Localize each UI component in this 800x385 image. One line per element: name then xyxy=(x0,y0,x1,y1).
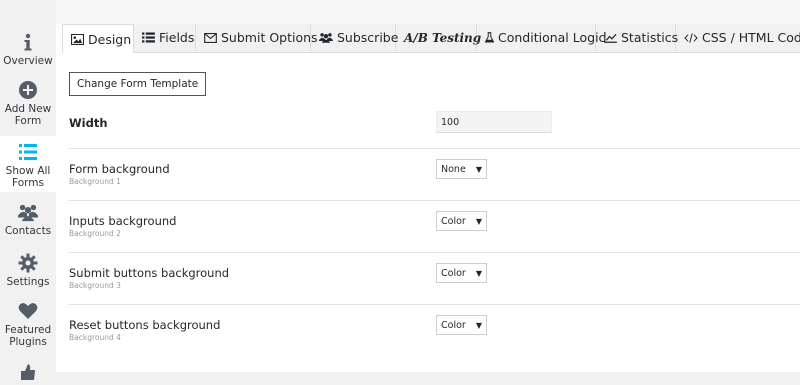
tab-submit-options[interactable]: Submit Options xyxy=(196,24,318,51)
inputs-background-select[interactable]: Color ▼ xyxy=(436,211,487,231)
width-input[interactable]: 100 xyxy=(436,111,552,133)
plus-circle-icon xyxy=(19,81,37,99)
setting-title: Submit buttons background xyxy=(69,266,230,280)
tab-subscribe[interactable]: Subscribe xyxy=(311,24,399,51)
thumbs-up-icon xyxy=(21,364,35,380)
code-icon xyxy=(684,32,698,43)
sidebar-item-show-all-forms[interactable]: Show All Forms xyxy=(0,136,56,192)
tab-label: Submit Options xyxy=(221,30,318,45)
chart-line-icon xyxy=(604,32,617,43)
sidebar-item-label: Add New xyxy=(4,103,52,115)
setting-row-inputs-background: Inputs background Background 2 Color ▼ xyxy=(68,200,800,253)
tab-label: CSS / HTML Code xyxy=(702,30,800,45)
setting-subtitle: Background 2 xyxy=(69,229,121,238)
tab-label: Subscribe xyxy=(337,30,399,45)
setting-subtitle: Background 1 xyxy=(69,177,121,186)
setting-subtitle: Background 3 xyxy=(69,281,121,290)
select-value: Color xyxy=(441,215,466,227)
change-form-template-button[interactable]: Change Form Template xyxy=(69,72,207,96)
form-background-select[interactable]: None ▼ xyxy=(436,159,487,179)
setting-row-submit-buttons-background: Submit buttons background Background 3 C… xyxy=(68,252,800,305)
sidebar-item-label: Forms xyxy=(12,177,44,189)
setting-title: Form background xyxy=(69,162,170,176)
sidebar-item-settings[interactable]: Settings xyxy=(0,253,56,288)
caret-down-icon: ▼ xyxy=(475,268,482,278)
users-icon xyxy=(18,204,38,222)
caret-down-icon: ▼ xyxy=(475,216,482,226)
tab-conditional-logic[interactable]: Conditional Logic xyxy=(477,24,605,51)
tab-label: Statistics xyxy=(621,30,679,45)
setting-title: Width xyxy=(69,116,108,130)
list-icon xyxy=(142,32,155,43)
tab-ab-testing[interactable]: A/B Testing xyxy=(396,24,481,51)
sidebar-item-label: Featured xyxy=(4,324,52,336)
sidebar-item-label: Plugins xyxy=(9,336,47,348)
sidebar-item-label: Show All xyxy=(5,165,51,177)
setting-row-reset-buttons-background: Reset buttons background Background 4 Co… xyxy=(68,304,800,356)
tab-label: A/B Testing xyxy=(404,30,482,45)
tab-label: Design xyxy=(88,31,132,47)
main-panel: Design Fields Submit Options Subscribe A… xyxy=(56,0,800,372)
heart-icon xyxy=(18,303,38,319)
setting-title: Inputs background xyxy=(69,214,177,228)
caret-down-icon: ▼ xyxy=(475,164,482,174)
list-icon xyxy=(19,144,37,160)
sidebar-item-label: Contacts xyxy=(4,225,52,237)
tab-fields[interactable]: Fields xyxy=(134,24,196,51)
setting-row-width: Width 100 xyxy=(68,106,800,149)
tab-bar: Design Fields Submit Options Subscribe A… xyxy=(62,24,800,53)
select-value: Color xyxy=(441,267,466,279)
flask-icon xyxy=(485,32,494,43)
tab-label: Conditional Logic xyxy=(498,30,606,45)
envelope-icon xyxy=(204,32,217,43)
tab-label: Fields xyxy=(159,30,195,45)
sidebar-item-add-new-form[interactable]: Add New Form xyxy=(0,80,56,127)
setting-title: Reset buttons background xyxy=(69,318,221,332)
tab-css-html-code[interactable]: CSS / HTML Code xyxy=(676,24,800,51)
sidebar-item-featured-plugins[interactable]: Featured Plugins xyxy=(0,301,56,348)
tab-design[interactable]: Design xyxy=(62,24,134,53)
setting-subtitle: Background 4 xyxy=(69,333,121,342)
setting-row-form-background: Form background Background 1 None ▼ xyxy=(68,148,800,201)
users-icon xyxy=(319,33,333,43)
sidebar-item-label: Overview xyxy=(3,55,53,67)
select-value: None xyxy=(441,163,466,175)
sidebar-item-overview[interactable]: Overview xyxy=(0,32,56,67)
caret-down-icon: ▼ xyxy=(475,320,482,330)
reset-buttons-background-select[interactable]: Color ▼ xyxy=(436,315,487,335)
gear-icon xyxy=(18,253,38,273)
info-icon xyxy=(24,33,32,51)
sidebar-item-partial[interactable] xyxy=(0,362,56,385)
tab-statistics[interactable]: Statistics xyxy=(596,24,679,51)
submit-buttons-background-select[interactable]: Color ▼ xyxy=(436,263,487,283)
sidebar-item-label: Settings xyxy=(6,276,50,288)
select-value: Color xyxy=(441,319,466,331)
sidebar-item-label: Form xyxy=(14,115,42,127)
image-icon xyxy=(71,33,84,45)
left-sidebar: Overview Add New Form Show All Forms Con… xyxy=(0,0,57,380)
sidebar-item-contacts[interactable]: Contacts xyxy=(0,202,56,237)
top-strip xyxy=(56,0,800,24)
